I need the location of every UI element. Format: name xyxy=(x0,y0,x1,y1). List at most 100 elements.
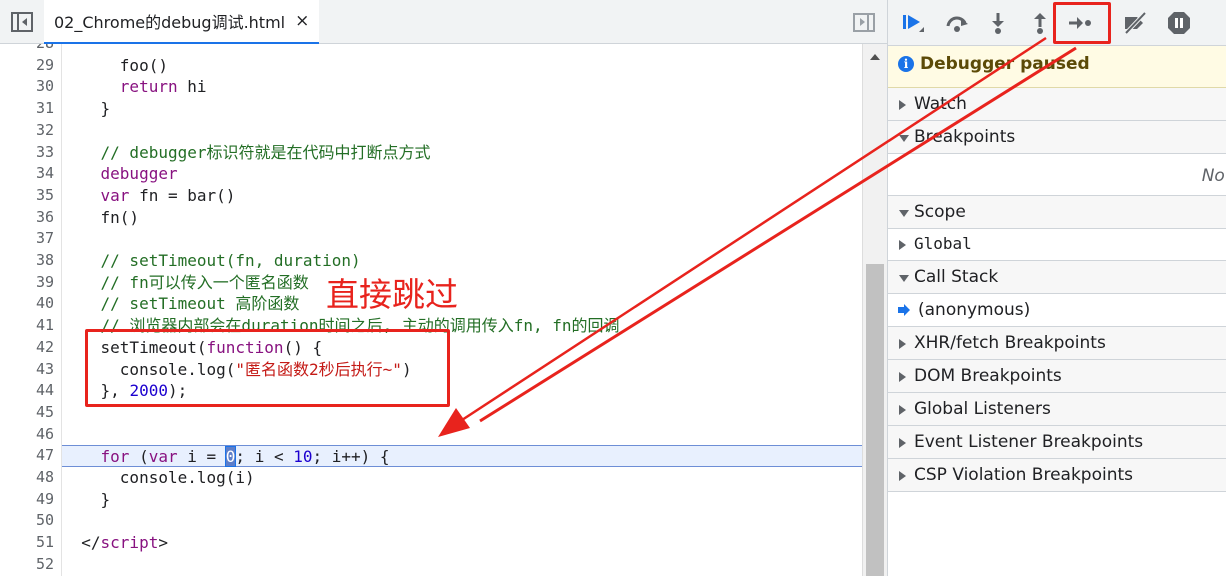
collapse-arrow-icon xyxy=(899,210,909,217)
line-number[interactable]: 40 xyxy=(0,293,54,315)
expand-arrow-icon xyxy=(899,471,906,481)
line-number[interactable]: 52 xyxy=(0,554,54,576)
section-watch[interactable]: Watch xyxy=(888,88,1226,121)
code-token: // setTimeout(fn, duration) xyxy=(62,251,361,270)
line-number[interactable]: 43 xyxy=(0,359,54,381)
current-execution-line: for (var i = 0; i < 10; i++) { xyxy=(62,445,862,468)
code-token: ( xyxy=(129,447,149,467)
line-number[interactable]: 29 xyxy=(0,55,54,77)
line-number[interactable]: 41 xyxy=(0,315,54,337)
scope-global-row[interactable]: Global xyxy=(888,229,1226,261)
line-number[interactable]: 39 xyxy=(0,272,54,294)
section-dom-breakpoints[interactable]: DOM Breakpoints xyxy=(888,360,1226,393)
line-number[interactable]: 49 xyxy=(0,489,54,511)
section-label: CSP Violation Breakpoints xyxy=(914,465,1134,485)
line-number[interactable]: 31 xyxy=(0,98,54,120)
expand-arrow-icon xyxy=(899,100,906,110)
code-token: } xyxy=(62,489,111,509)
section-label: DOM Breakpoints xyxy=(914,366,1062,386)
code-token: for xyxy=(100,447,130,467)
code-line: fn() xyxy=(62,207,862,229)
line-number[interactable]: 32 xyxy=(0,120,54,142)
code-token: fn = bar() xyxy=(129,185,236,205)
line-number[interactable]: 45 xyxy=(0,402,54,424)
pause-on-exceptions-button[interactable] xyxy=(1165,9,1193,37)
resume-icon xyxy=(903,15,924,32)
code-line: // fn可以传入一个匿名函数 xyxy=(62,272,862,294)
code-line: } xyxy=(62,98,862,120)
step-into-icon xyxy=(992,13,1004,34)
editor-scrollbar[interactable] xyxy=(862,44,887,576)
code-token: ; i < xyxy=(235,447,294,467)
step-over-button[interactable] xyxy=(943,9,971,37)
resume-button[interactable] xyxy=(898,9,926,37)
section-scope[interactable]: Scope xyxy=(888,196,1226,229)
line-number[interactable]: 51 xyxy=(0,532,54,554)
code-line: </script> xyxy=(62,532,862,554)
close-tab-icon[interactable]: × xyxy=(295,11,309,31)
code-token: var xyxy=(148,447,178,467)
line-number[interactable]: 46 xyxy=(0,424,54,446)
toggle-navigator-icon[interactable] xyxy=(11,12,33,32)
debugger-paused-banner: i Debugger paused xyxy=(888,46,1226,88)
line-number[interactable]: 50 xyxy=(0,510,54,532)
step-into-button[interactable] xyxy=(984,9,1012,37)
line-number[interactable]: 36 xyxy=(0,207,54,229)
toggle-debugger-sidebar-icon[interactable] xyxy=(853,13,875,32)
code-token: return xyxy=(119,77,178,97)
section-call-stack[interactable]: Call Stack xyxy=(888,261,1226,294)
line-number[interactable]: 38 xyxy=(0,250,54,272)
file-tab[interactable]: 02_Chrome的debug调试.html × xyxy=(44,0,320,44)
code-token: debugger xyxy=(100,164,178,184)
section-global-listeners[interactable]: Global Listeners xyxy=(888,393,1226,426)
code-line: // setTimeout 高阶函数 xyxy=(62,293,862,315)
line-number[interactable]: 42 xyxy=(0,337,54,359)
section-event-listener-breakpoints[interactable]: Event Listener Breakpoints xyxy=(888,426,1226,459)
section-csp-violation-breakpoints[interactable]: CSP Violation Breakpoints xyxy=(888,459,1226,492)
code-token: i = xyxy=(177,447,226,467)
code-token: 0 xyxy=(224,446,237,468)
code-token: console.log(i) xyxy=(62,468,255,487)
scope-global-label: Global xyxy=(914,234,972,253)
line-number[interactable]: 33 xyxy=(0,142,54,164)
line-number-gutter[interactable]: 2829303132333435363738394041424344454647… xyxy=(0,44,62,576)
line-number[interactable]: 44 xyxy=(0,380,54,402)
code-token: foo() xyxy=(62,55,168,75)
code-token: // debugger标识符就是在代码中打断点方式 xyxy=(62,142,431,162)
line-number[interactable]: 35 xyxy=(0,185,54,207)
debugger-sidebar: i Debugger paused Watch Breakpoints No b… xyxy=(887,0,1226,576)
section-label: Event Listener Breakpoints xyxy=(914,432,1144,452)
scroll-up-icon[interactable] xyxy=(870,54,880,60)
step-over-icon xyxy=(946,16,968,32)
section-label: Breakpoints xyxy=(914,127,1016,147)
line-number[interactable]: 47 xyxy=(0,445,54,467)
expand-arrow-icon xyxy=(899,405,906,415)
section-breakpoints[interactable]: Breakpoints xyxy=(888,121,1226,154)
deactivate-breakpoints-button[interactable] xyxy=(1121,9,1149,37)
line-number[interactable]: 48 xyxy=(0,467,54,489)
call-frame-label: (anonymous) xyxy=(918,300,1031,320)
section-xhr-breakpoints[interactable]: XHR/fetch Breakpoints xyxy=(888,327,1226,360)
code-line: foo() xyxy=(62,55,862,77)
line-number[interactable]: 28 xyxy=(0,44,54,55)
scrollbar-thumb[interactable] xyxy=(866,264,884,576)
breakpoints-list: No b xyxy=(888,154,1226,196)
code-token: > xyxy=(158,533,168,553)
line-number[interactable]: 34 xyxy=(0,163,54,185)
no-breakpoints-text: No b xyxy=(1201,166,1226,186)
section-label: Global Listeners xyxy=(914,399,1051,419)
section-label: Scope xyxy=(914,202,966,222)
step-out-button[interactable] xyxy=(1026,9,1054,37)
call-frame-row[interactable]: (anonymous) xyxy=(888,294,1226,327)
file-tab-name: 02_Chrome的debug调试.html xyxy=(54,13,286,32)
line-number[interactable]: 30 xyxy=(0,76,54,98)
paused-message: Debugger paused xyxy=(920,54,1090,74)
line-number[interactable]: 37 xyxy=(0,228,54,250)
